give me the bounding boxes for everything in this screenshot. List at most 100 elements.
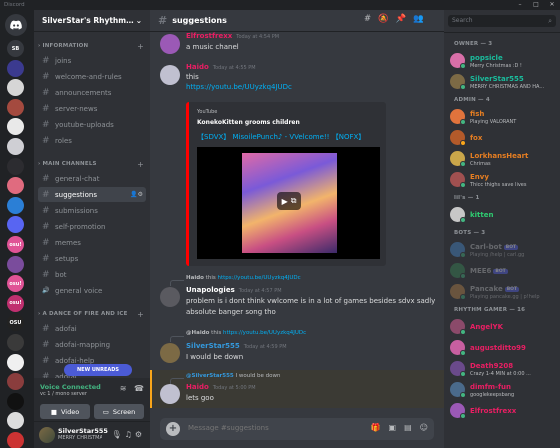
member-item[interactable]: augustditto99 [450,338,556,358]
minimize-button[interactable]: – [512,0,528,10]
reply-author[interactable]: @SilverStar555 [186,373,234,379]
channel-item[interactable]: # youtube-uploads [38,117,146,132]
channel-item[interactable]: # roles [38,133,146,148]
server-icon[interactable]: osu! [7,294,24,312]
message-author[interactable]: Haido Today at 5:00 PM [186,383,256,391]
message-author[interactable]: SilverStar555 Today at 4:59 PM [186,342,287,350]
member-item[interactable]: fish Playing VALORANT [450,107,556,127]
server-icon[interactable] [7,373,24,391]
member-item[interactable]: Envy Thicc thighs save lives [450,170,556,190]
member-item[interactable]: MEE6 BOT [450,261,556,281]
reply-link[interactable]: https://youtu.be/UUyzkq4JUDc [217,275,300,281]
reply-author[interactable]: @Haido [186,330,209,336]
message-author[interactable]: Haido Today at 4:55 PM [186,63,256,71]
disconnect-icon[interactable]: ☎ [134,384,144,393]
server-icon[interactable] [7,98,24,116]
channel-item[interactable]: 🔊 general voice [38,283,146,298]
server-icon[interactable]: OSU [7,314,24,332]
server-icon[interactable]: SB [7,40,24,57]
channel-item[interactable]: # memes [38,235,146,250]
member-item[interactable]: Carl-bot BOT Playing /help | carl.gg [450,240,556,260]
author-name[interactable]: SilverStar555 [186,342,240,350]
category-main-channels[interactable]: › MAIN CHANNELS + [38,159,146,169]
author-name[interactable]: Haido [186,383,209,391]
embed-video[interactable]: ▶ ⧉ [197,147,380,259]
member-item[interactable]: fox [450,128,556,148]
video-button[interactable]: ■ Video [40,404,90,419]
message-author[interactable]: Unapologies Today at 4:57 PM [186,286,282,294]
channel-item[interactable]: # adofai-mapping [38,337,146,352]
embed-provider[interactable]: YouTube [197,109,217,115]
member-item[interactable]: dimfm-fun googlekeepsbang [450,380,556,400]
reply-link[interactable]: https://youtu.be/UUyzkq4JUDc [223,330,306,336]
play-button[interactable]: ▶ ⧉ [277,192,301,210]
member-item[interactable]: popsicle Merry Christmas :D ! [450,51,556,71]
author-name[interactable]: Unapologies [186,286,235,294]
home-discord-button[interactable] [5,14,27,36]
server-icon[interactable] [7,157,24,175]
upload-plus-button[interactable]: + [166,422,180,436]
reply-preview[interactable]: @Haido this https://youtu.be/UUyzkq4JUDc [186,330,306,336]
server-icon[interactable] [7,334,24,351]
server-icon[interactable] [7,216,24,234]
gif-icon[interactable]: ▣ [389,423,397,432]
message-link[interactable]: https://youtu.be/UUyzkq4JUDc [186,83,292,91]
server-icon[interactable] [7,412,24,430]
add-channel-icon[interactable]: + [137,42,144,51]
member-item[interactable]: kitten [450,205,556,225]
user-avatar[interactable] [39,427,55,443]
embed-author[interactable]: KonekoKitten grooms children [197,119,300,126]
emoji-icon[interactable]: ☺ [420,423,428,432]
member-item[interactable]: SilverStar555 MERRY CHRISTMAS AND HA... [450,72,556,92]
server-icon[interactable] [7,118,24,136]
close-window-button[interactable]: ✕ [544,0,560,10]
noise-suppression-icon[interactable]: ≋ [120,384,127,393]
server-icon[interactable] [7,353,24,371]
channel-item[interactable]: # self-promotion [38,219,146,234]
pin-icon[interactable]: 📌 [396,14,407,24]
message-avatar[interactable] [160,65,180,85]
message-input[interactable] [188,424,308,432]
threads-icon[interactable]: # [364,14,371,24]
channel-item[interactable]: # adofai [38,321,146,336]
channel-item[interactable]: # announcements [38,85,146,100]
sticker-icon[interactable]: ▤ [404,423,412,432]
server-icon[interactable] [7,196,24,214]
server-icon[interactable] [7,392,24,410]
settings-gear-icon[interactable]: ⚙ [135,430,145,439]
server-header[interactable]: SilverStar's RhythmEmporium ⌄ [34,10,150,32]
message-avatar[interactable] [160,384,180,404]
invite-settings-icon[interactable]: 👤⚙ [130,191,143,198]
reply-preview[interactable]: Haido this https://youtu.be/UUyzkq4JUDc [186,275,301,281]
channel-item[interactable]: # welcome-and-rules [38,69,146,84]
author-name[interactable]: Elfrostfrexx [186,32,232,40]
category-adofai[interactable]: › A DANCE OF FIRE AND ICE + [38,309,146,319]
new-unreads-button[interactable]: NEW UNREADS [64,364,132,376]
channel-item[interactable]: # suggestions 👤⚙ [38,187,146,202]
screen-share-button[interactable]: ▭ Screen [94,404,144,419]
message-avatar[interactable] [160,287,180,307]
server-icon[interactable] [7,432,24,448]
embed-title-link[interactable]: 【SDVX】 MisoilePunch♪ - VVelcome!! 【NOFX】 [197,132,365,142]
member-item[interactable]: Death9208 Crazy 1-4 MIN at 0:00 ... [450,359,556,379]
reply-preview[interactable]: @SilverStar555 I would be down [186,373,280,379]
member-item[interactable]: Elfrostfrexx [450,401,556,421]
chevron-down-icon[interactable]: ⌄ [136,16,142,25]
author-name[interactable]: Haido [186,63,209,71]
channel-item[interactable]: # server-news [38,101,146,116]
server-icon[interactable] [7,255,24,273]
member-item[interactable]: LorkhansHeart Chrimas [450,149,556,169]
channel-item[interactable]: # submissions [38,203,146,218]
server-icon[interactable] [7,59,24,77]
member-list-icon[interactable]: 👥 [413,14,424,24]
voice-connected-label[interactable]: Voice Connected [40,383,101,391]
channel-item[interactable]: # joins [38,53,146,68]
mute-bell-icon[interactable]: 🔕 [378,14,389,24]
server-icon[interactable] [7,177,24,195]
server-icon[interactable]: osu! [7,275,24,293]
headphones-icon[interactable]: ♫ [125,430,135,439]
category-information[interactable]: › INFORMATION + [38,41,146,51]
microphone-icon[interactable]: 🎙 [112,430,125,439]
member-item[interactable]: Pancake BOT Playing pancake.gg | p!help [450,282,556,302]
reply-author[interactable]: Haido [186,275,204,281]
